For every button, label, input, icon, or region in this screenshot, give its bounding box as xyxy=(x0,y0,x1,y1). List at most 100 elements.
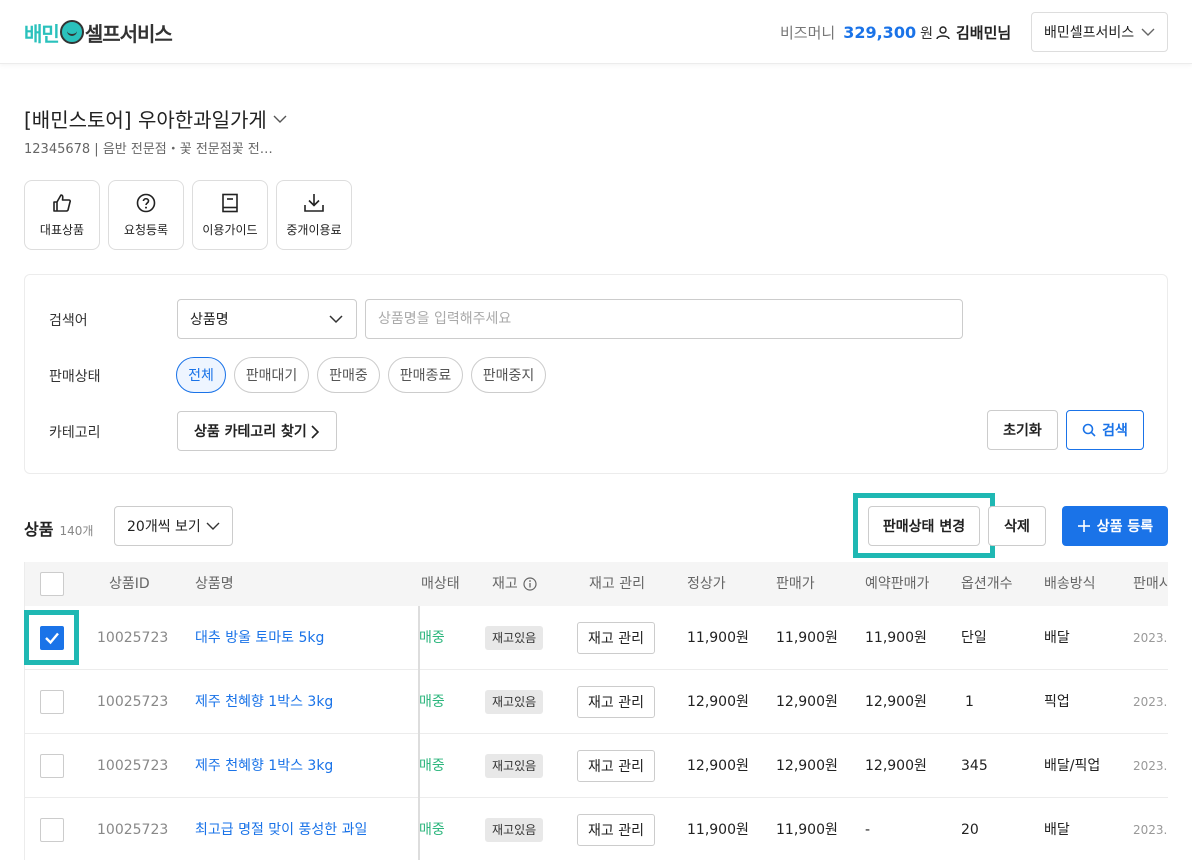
page-size-select[interactable]: 20개씩 보기 xyxy=(114,506,233,546)
search-input[interactable] xyxy=(365,299,963,339)
product-name-link[interactable]: 제주 천혜향 1박스 3kg xyxy=(195,734,333,798)
logo-mascot-icon xyxy=(59,20,84,44)
status-chip-pending[interactable]: 판매대기 xyxy=(234,357,309,393)
list-price: 12,900원 xyxy=(687,694,749,710)
stock-manage-button[interactable]: 재고 관리 xyxy=(577,750,655,782)
option-count: 345 xyxy=(961,758,988,774)
quick-action-fee[interactable]: 중개이용료 xyxy=(276,180,352,250)
logo[interactable]: 배민 셀프서비스 xyxy=(24,18,173,46)
stock-manage-button[interactable]: 재고 관리 xyxy=(577,622,655,654)
keyword-type-select[interactable]: 상품명 xyxy=(177,299,357,339)
sale-status: 매중 xyxy=(419,630,445,646)
shipping-method: 배달 xyxy=(1044,630,1070,646)
sale-price: 11,900원 xyxy=(776,822,838,838)
product-id: 10025723 xyxy=(97,630,169,646)
search-panel: 검색어 상품명 판매상태 전체 판매대기 판매중 판매종료 판매중지 카테고리 … xyxy=(24,274,1168,474)
search-button-label: 검색 xyxy=(1102,423,1128,439)
user-menu[interactable]: 김배민님 xyxy=(936,22,1011,43)
bizmoney: 비즈머니 329,300 원 xyxy=(780,22,933,43)
shipping-method: 배달 xyxy=(1044,822,1070,838)
store-select[interactable]: 배민셀프서비스 xyxy=(1031,12,1168,52)
quick-action-guide[interactable]: 이용가이드 xyxy=(192,180,268,250)
bizmoney-unit: 원 xyxy=(920,25,933,42)
col-header-name[interactable]: 상품명 xyxy=(195,562,234,606)
chevron-right-icon xyxy=(311,425,320,439)
quick-action-label: 요청등록 xyxy=(123,222,169,237)
shipping-method: 배달/픽업 xyxy=(1044,758,1101,774)
info-icon[interactable] xyxy=(523,577,537,591)
row-checkbox[interactable] xyxy=(40,690,64,714)
status-chip-all[interactable]: 전체 xyxy=(176,357,226,393)
col-header-list-price[interactable]: 정상가 xyxy=(687,562,726,606)
row-checkbox[interactable] xyxy=(40,754,64,778)
store-title-text: [배민스토어] 우아한과일가게 xyxy=(24,108,267,132)
register-product-button[interactable]: 상품 등록 xyxy=(1062,506,1168,546)
download-icon xyxy=(304,193,324,212)
stock-badge: 재고있음 xyxy=(485,818,544,842)
store-select-value: 배민셀프서비스 xyxy=(1044,25,1135,41)
product-name-link[interactable]: 제주 천혜향 1박스 3kg xyxy=(195,670,333,734)
col-header-stock[interactable]: 재고 xyxy=(492,562,518,606)
row-checkbox[interactable] xyxy=(40,818,64,842)
col-header-sale-price[interactable]: 판매가 xyxy=(776,562,815,606)
table-row[interactable]: 10025723 대추 방울 토마토 5kg 매중 재고있음 재고 관리 11,… xyxy=(25,606,1168,670)
plus-icon xyxy=(1077,520,1090,532)
reserve-price: 12,900원 xyxy=(865,694,927,710)
sale-status: 매중 xyxy=(419,694,445,710)
stock-manage-button[interactable]: 재고 관리 xyxy=(577,686,655,718)
quick-action-featured[interactable]: 대표상품 xyxy=(24,180,100,250)
sale-date: 2023. 1 xyxy=(1133,759,1168,773)
col-header-shipping[interactable]: 배송방식 xyxy=(1044,562,1096,606)
thumbs-up-icon xyxy=(53,193,71,212)
quick-action-label: 중개이용료 xyxy=(286,222,342,237)
delete-button[interactable]: 삭제 xyxy=(988,506,1046,546)
change-status-button[interactable]: 판매상태 변경 xyxy=(868,506,980,546)
products-count: 140개 xyxy=(59,524,94,538)
table-row[interactable]: 10025723 제주 천혜향 1박스 3kg 매중 재고있음 재고 관리 12… xyxy=(25,670,1168,734)
store-subtitle: 12345678 | 음반 전문점・꽃 전문점꽃 전… xyxy=(24,142,273,157)
sale-date: 2023. 1 xyxy=(1133,823,1168,837)
status-label: 판매상태 xyxy=(49,369,101,385)
chevron-down-icon xyxy=(273,115,287,123)
quick-action-label: 대표상품 xyxy=(39,222,85,237)
stock-manage-button[interactable]: 재고 관리 xyxy=(577,814,655,846)
sale-status: 매중 xyxy=(419,758,445,774)
quick-action-label: 이용가이드 xyxy=(202,222,258,237)
col-header-stock-manage[interactable]: 재고 관리 xyxy=(589,562,645,606)
store-title[interactable]: [배민스토어] 우아한과일가게 xyxy=(24,104,287,133)
select-all-checkbox[interactable] xyxy=(40,572,64,596)
reset-button[interactable]: 초기화 xyxy=(987,410,1058,450)
stock-badge: 재고있음 xyxy=(485,626,544,650)
col-header-status[interactable]: 매상태 xyxy=(421,562,460,606)
product-name-link[interactable]: 대추 방울 토마토 5kg xyxy=(195,606,324,670)
option-count: 1 xyxy=(965,694,974,710)
reserve-price: 12,900원 xyxy=(865,758,927,774)
keyword-type-value: 상품명 xyxy=(190,312,229,328)
table-header: 상품ID 상품명 매상태 재고 재고 관리 정상가 판매가 예약판매가 옵션개수… xyxy=(25,562,1168,606)
col-header-date[interactable]: 판매시 xyxy=(1133,562,1168,606)
status-chip-ended[interactable]: 판매종료 xyxy=(388,357,463,393)
logo-text-service: 셀프서비스 xyxy=(84,21,173,46)
col-header-reserve-price[interactable]: 예약판매가 xyxy=(865,562,929,606)
quick-action-request[interactable]: 요청등록 xyxy=(108,180,184,250)
reserve-price: 11,900원 xyxy=(865,630,927,646)
bizmoney-amount: 329,300 xyxy=(843,23,917,42)
fixed-column-divider xyxy=(418,606,420,860)
table-row[interactable]: 10025723 제주 천혜향 1박스 3kg 매중 재고있음 재고 관리 12… xyxy=(25,734,1168,798)
search-button[interactable]: 검색 xyxy=(1066,410,1144,450)
category-search-button[interactable]: 상품 카테고리 찾기 xyxy=(177,411,337,451)
product-id: 10025723 xyxy=(97,694,169,710)
col-header-options[interactable]: 옵션개수 xyxy=(961,562,1013,606)
list-price: 12,900원 xyxy=(687,758,749,774)
table-row[interactable]: 10025723 최고급 명절 맞이 풍성한 과일 매중 재고있음 재고 관리 … xyxy=(25,798,1168,860)
list-price: 11,900원 xyxy=(687,630,749,646)
sale-price: 12,900원 xyxy=(776,694,838,710)
status-chip-on-sale[interactable]: 판매중 xyxy=(317,357,380,393)
status-chip-stopped[interactable]: 판매중지 xyxy=(471,357,546,393)
user-icon xyxy=(936,25,950,39)
product-name-link[interactable]: 최고급 명절 맞이 풍성한 과일 xyxy=(195,798,367,860)
option-count: 단일 xyxy=(961,630,987,646)
question-circle-icon xyxy=(136,193,156,212)
highlight-frame xyxy=(24,610,79,665)
col-header-id[interactable]: 상품ID xyxy=(109,562,150,606)
